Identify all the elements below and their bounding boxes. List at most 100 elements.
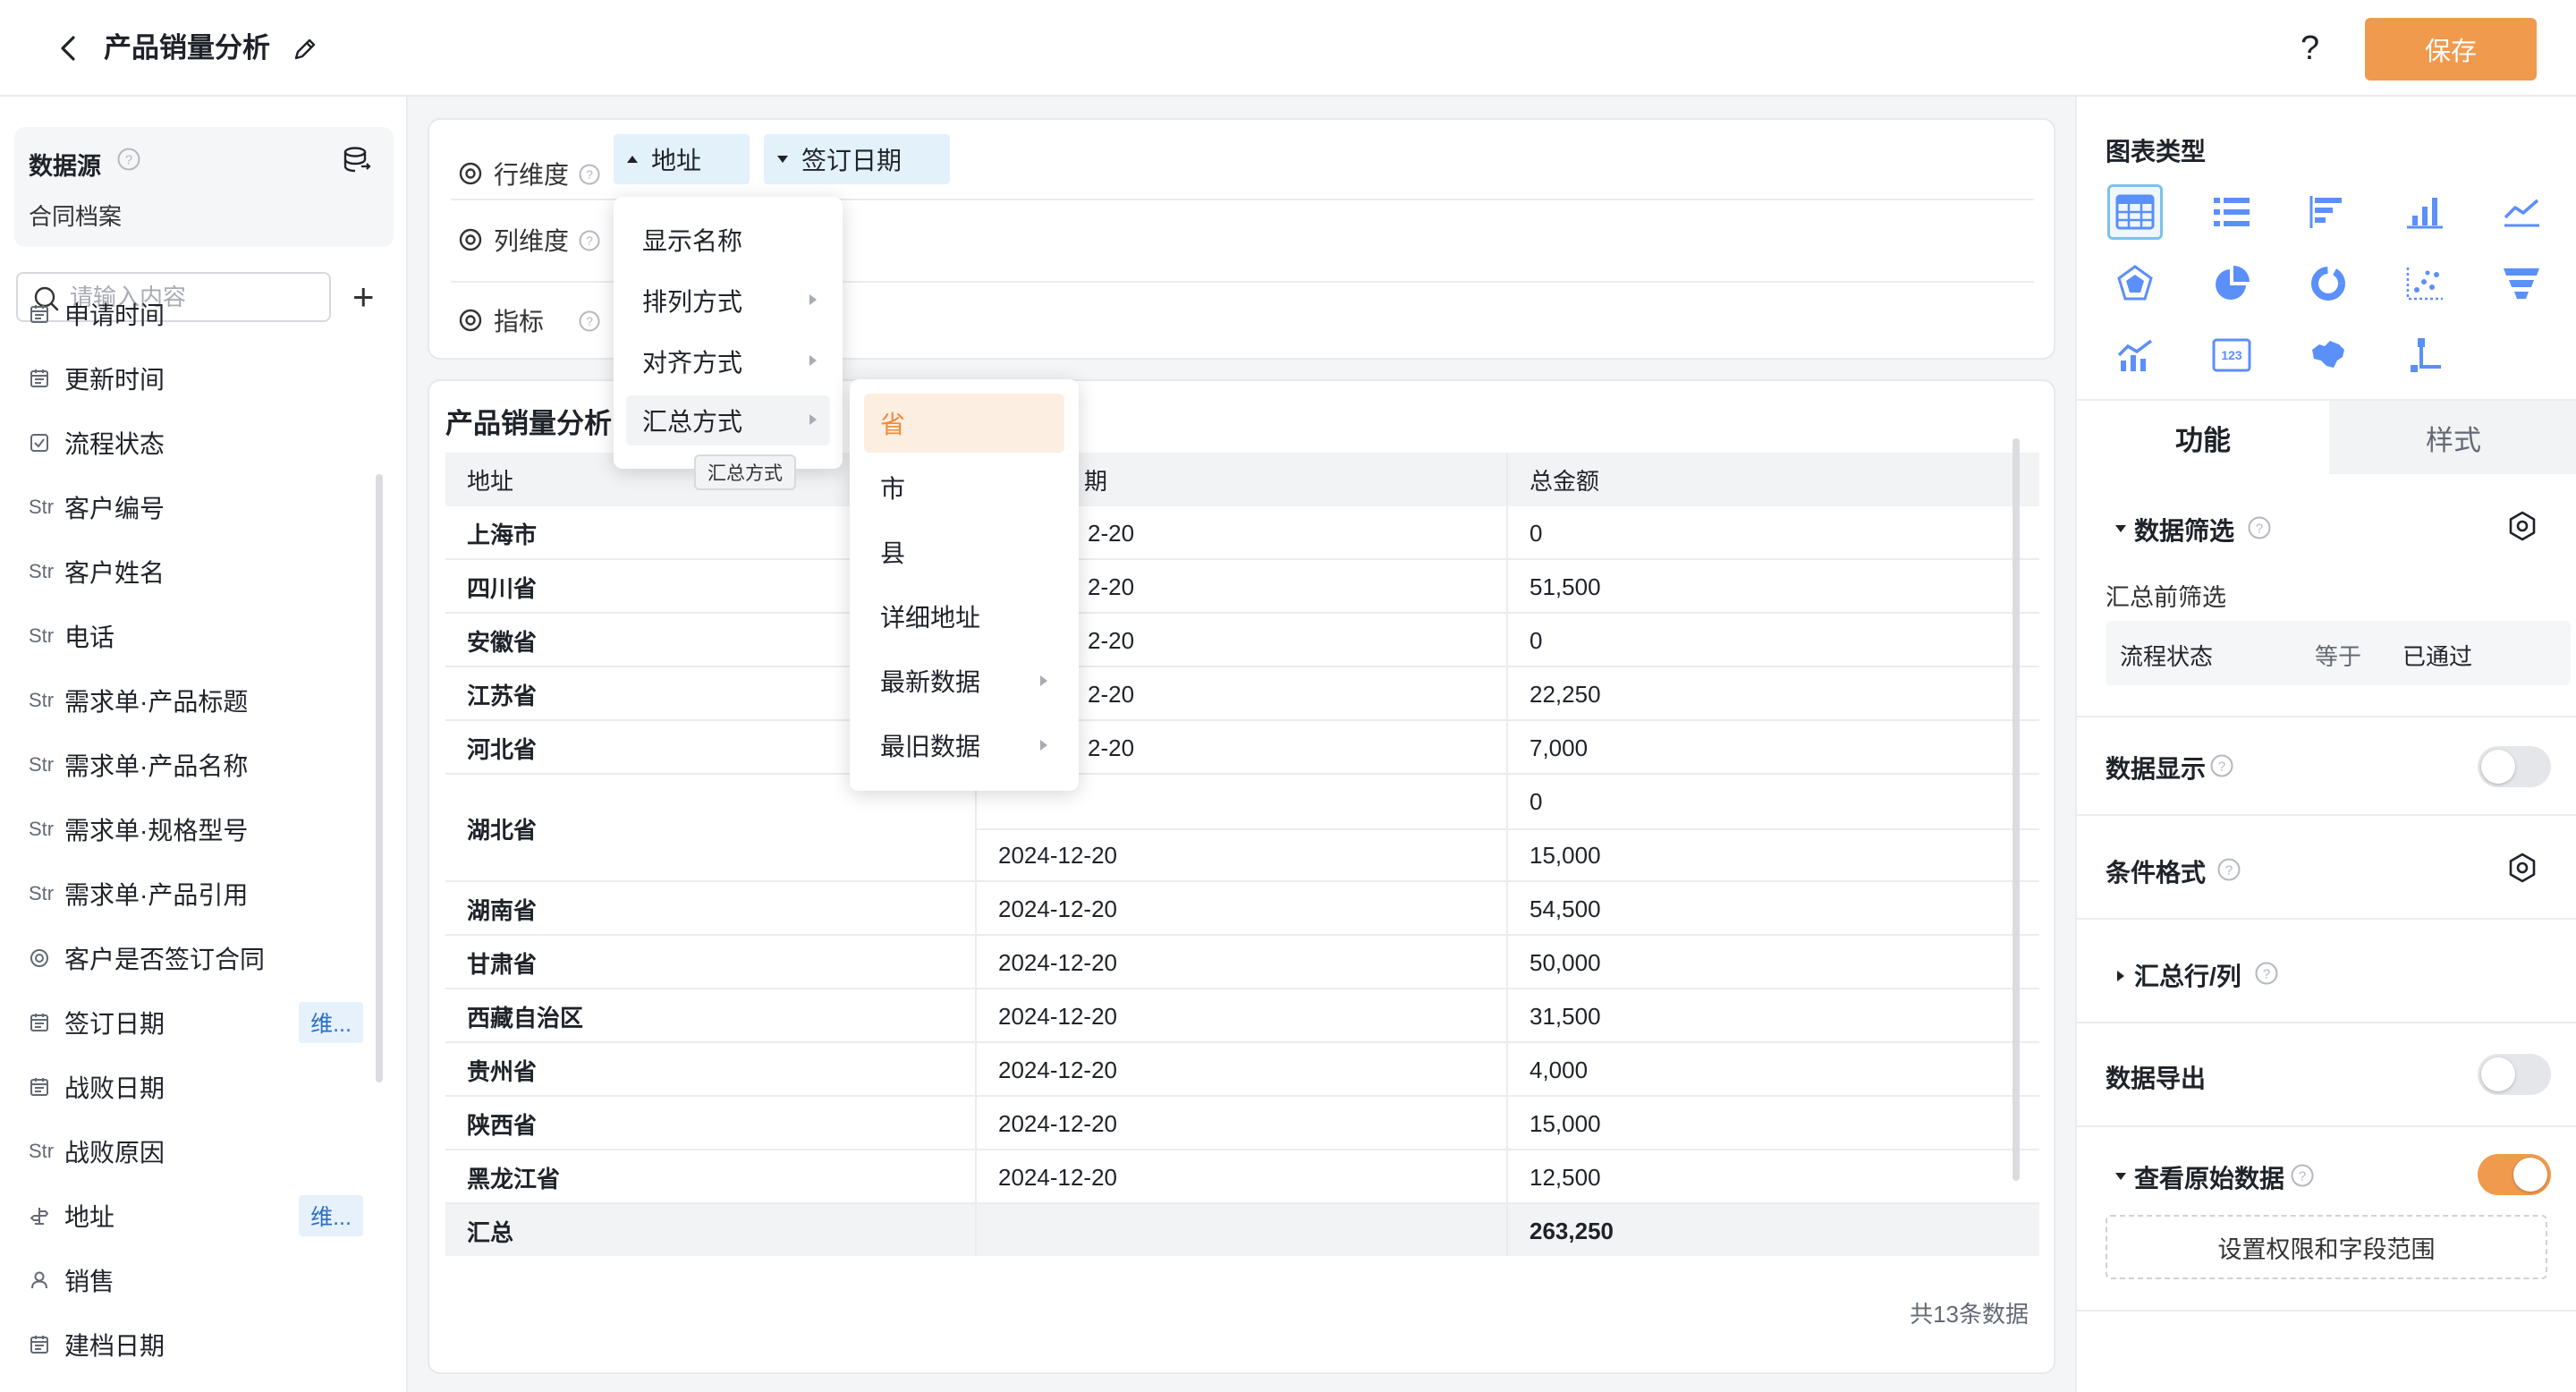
filter-condition[interactable]: 流程状态 等于 已通过 bbox=[2106, 621, 2571, 685]
chart-type-radar-icon[interactable] bbox=[2107, 256, 2163, 311]
view-raw-data-label[interactable]: 查看原始数据 bbox=[2134, 1159, 2284, 1195]
help-circle-icon[interactable]: ? bbox=[2254, 961, 2279, 986]
data-display-toggle[interactable] bbox=[2478, 746, 2551, 787]
table-row[interactable]: 湖北省 0 bbox=[445, 775, 2039, 844]
chart-type-list-icon[interactable] bbox=[2204, 184, 2259, 240]
row-chip-sign-date[interactable]: 签订日期 bbox=[764, 134, 950, 184]
data-filter-label[interactable]: 数据筛选 bbox=[2134, 512, 2234, 547]
row-dimension-label: 行维度 bbox=[494, 161, 570, 189]
field-item[interactable]: Str 需求单·规格型号 bbox=[0, 800, 385, 859]
chart-type-map-icon[interactable] bbox=[2301, 327, 2356, 383]
field-item[interactable]: 签订日期 维... bbox=[0, 993, 385, 1052]
user-icon bbox=[29, 1269, 59, 1291]
table-row[interactable]: 江苏省 2-20 22,250 bbox=[445, 667, 2039, 721]
row-chip-address[interactable]: 地址 bbox=[614, 134, 750, 184]
field-item[interactable]: 销售 bbox=[0, 1251, 385, 1310]
field-item[interactable]: Str 电话 bbox=[0, 607, 385, 666]
table-row[interactable]: 贵州省 2024-12-20 4,000 bbox=[445, 1043, 2039, 1097]
datasource-card[interactable]: 数据源 ? 合同档案 bbox=[14, 127, 394, 247]
cell-amount: 12,500 bbox=[1530, 1163, 1601, 1191]
submenu-item-oldest[interactable]: 最旧数据 bbox=[864, 716, 1064, 775]
submenu-item-label: 县 bbox=[880, 539, 906, 567]
submenu-item-latest[interactable]: 最新数据 bbox=[864, 651, 1064, 710]
chart-type-scatter-icon[interactable] bbox=[2397, 256, 2453, 311]
field-item[interactable]: Str 需求单·产品引用 bbox=[0, 864, 385, 923]
table-row[interactable]: 西藏自治区 2024-12-20 31,500 bbox=[445, 989, 2039, 1043]
chart-type-bar-horizontal-icon[interactable] bbox=[2301, 184, 2356, 240]
chart-type-funnel-icon[interactable] bbox=[2494, 256, 2549, 311]
table-row[interactable]: 黑龙江省 2024-12-20 12,500 bbox=[445, 1150, 2039, 1204]
help-circle-icon[interactable]: ? bbox=[2216, 857, 2241, 882]
edit-title-icon[interactable] bbox=[292, 36, 318, 63]
table-row[interactable]: 安徽省 2-20 0 bbox=[445, 614, 2039, 667]
field-item[interactable]: Str 客户姓名 bbox=[0, 542, 385, 601]
string-type-icon: Str bbox=[29, 689, 55, 711]
column-header-amount[interactable]: 总金额 bbox=[1508, 453, 2039, 506]
help-circle-icon[interactable]: ? bbox=[578, 229, 601, 252]
settings-gear-icon[interactable] bbox=[2506, 852, 2538, 884]
field-item[interactable]: 地址 维... bbox=[0, 1186, 385, 1245]
table-row[interactable]: 四川省 2-20 51,500 bbox=[445, 560, 2039, 614]
chart-type-tree-icon[interactable] bbox=[2397, 327, 2453, 383]
field-item[interactable]: Str 战败原因 bbox=[0, 1122, 385, 1181]
settings-gear-icon[interactable] bbox=[2506, 510, 2538, 542]
set-permission-button[interactable]: 设置权限和字段范围 bbox=[2106, 1215, 2547, 1279]
data-export-toggle[interactable] bbox=[2478, 1054, 2551, 1095]
help-circle-icon[interactable]: ? bbox=[2290, 1163, 2315, 1188]
table-row[interactable]: 陕西省 2024-12-20 15,000 bbox=[445, 1097, 2039, 1150]
field-item[interactable]: Str 需求单·产品标题 bbox=[0, 671, 385, 730]
submenu-item-city[interactable]: 市 bbox=[864, 458, 1064, 517]
table-row[interactable]: 上海市 2-20 0 bbox=[445, 506, 2039, 560]
save-button[interactable]: 保存 bbox=[2365, 18, 2537, 81]
caret-down-icon[interactable] bbox=[2114, 524, 2127, 533]
help-circle-icon[interactable]: ? bbox=[578, 163, 601, 186]
chart-type-pie-icon[interactable] bbox=[2204, 256, 2259, 311]
help-button[interactable]: ? bbox=[2301, 27, 2319, 70]
menu-item-sort[interactable]: 排列方式 bbox=[626, 276, 830, 326]
field-item[interactable]: 客户是否签订合同 bbox=[0, 929, 385, 988]
chart-type-line-icon[interactable] bbox=[2494, 184, 2549, 240]
submenu-item-county[interactable]: 县 bbox=[864, 522, 1064, 581]
chart-type-number-card-icon[interactable]: 123 bbox=[2204, 327, 2259, 383]
chart-type-combo-icon[interactable] bbox=[2107, 327, 2163, 383]
help-circle-icon[interactable]: ? bbox=[116, 147, 141, 172]
sidebar-scrollbar[interactable] bbox=[376, 474, 383, 1082]
caret-right-icon[interactable] bbox=[2116, 970, 2125, 982]
field-item[interactable]: Str 客户编号 bbox=[0, 478, 385, 537]
field-item[interactable]: Str 需求单·产品名称 bbox=[0, 735, 385, 794]
table-scrollbar[interactable] bbox=[2012, 438, 2020, 1181]
summary-row-col-label[interactable]: 汇总行/列 bbox=[2134, 957, 2241, 993]
submenu-item-province[interactable]: 省 bbox=[864, 394, 1064, 453]
tab-style[interactable]: 样式 bbox=[2329, 401, 2576, 474]
dimension-tag[interactable]: 维... bbox=[299, 1195, 363, 1236]
menu-item-align[interactable]: 对齐方式 bbox=[626, 336, 830, 386]
table-row[interactable]: 甘肃省 2024-12-20 50,000 bbox=[445, 936, 2039, 989]
help-circle-icon[interactable]: ? bbox=[578, 310, 601, 333]
back-button[interactable] bbox=[52, 30, 84, 66]
field-item[interactable]: 战败日期 bbox=[0, 1057, 385, 1116]
help-circle-icon[interactable]: ? bbox=[2247, 515, 2272, 540]
field-item[interactable]: 更新时间 bbox=[0, 349, 385, 408]
submenu-item-label: 市 bbox=[880, 475, 906, 503]
chart-type-bar-vertical-icon[interactable] bbox=[2397, 184, 2453, 240]
chart-type-donut-icon[interactable] bbox=[2301, 256, 2356, 311]
menu-item-display-name[interactable]: 显示名称 bbox=[626, 215, 830, 265]
field-item[interactable]: 流程状态 bbox=[0, 413, 385, 472]
field-item[interactable]: 申请时间 bbox=[0, 284, 385, 344]
view-raw-data-toggle[interactable] bbox=[2478, 1154, 2551, 1195]
chart-type-table-icon[interactable] bbox=[2107, 184, 2163, 240]
dimension-tag[interactable]: 维... bbox=[299, 1002, 363, 1043]
tab-function[interactable]: 功能 bbox=[2077, 401, 2329, 474]
field-item[interactable]: 建档日期 bbox=[0, 1315, 385, 1374]
cell-amount: 7,000 bbox=[1530, 734, 1589, 761]
table-row[interactable]: 河北省 2-20 7,000 bbox=[445, 721, 2039, 775]
database-switch-icon[interactable] bbox=[342, 145, 372, 175]
submenu-item-detail-address[interactable]: 详细地址 bbox=[864, 587, 1064, 646]
help-circle-icon[interactable]: ? bbox=[2209, 753, 2234, 778]
svg-text:?: ? bbox=[2225, 863, 2233, 878]
table-row[interactable]: 湖南省 2024-12-20 54,500 bbox=[445, 882, 2039, 936]
menu-item-aggregation[interactable]: 汇总方式 bbox=[626, 395, 830, 446]
table-row[interactable]: 2024-12-20 15,000 bbox=[445, 828, 2039, 882]
data-export-label: 数据导出 bbox=[2106, 1065, 2207, 1092]
caret-down-icon[interactable] bbox=[2114, 1172, 2127, 1181]
